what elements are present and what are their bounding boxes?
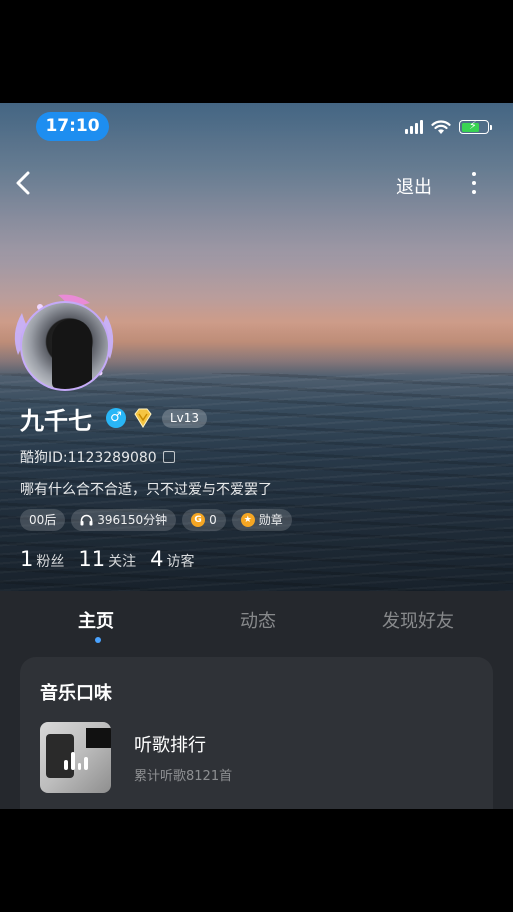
profile-tags: 00后 396150分钟 G 0 ★ 勋章 (20, 509, 292, 531)
status-icons: ⚡ (405, 117, 492, 137)
profile-tabs: 主页 动态 发现好友 (0, 591, 513, 657)
status-time: 17:10 (36, 112, 109, 141)
tab-activity[interactable]: 动态 (240, 607, 276, 633)
listening-ranking-count: 累计听歌8121首 (134, 769, 233, 784)
back-arrow-icon[interactable] (12, 169, 36, 197)
music-taste-card: 音乐口味 听歌排行 累计听歌8121首 (20, 657, 493, 809)
tab-discover-friends[interactable]: 发现好友 (382, 607, 454, 633)
age-tag[interactable]: 00后 (20, 509, 66, 531)
listen-time-tag[interactable]: 396150分钟 (71, 509, 177, 531)
battery-icon: ⚡ (459, 119, 492, 134)
listening-ranking-title[interactable]: 听歌排行 (134, 731, 206, 757)
wifi-icon (431, 119, 451, 134)
music-taste-title: 音乐口味 (40, 683, 112, 704)
profile-screen: 17:10 ⚡ 退出 九千七 ♂ Lv13 酷狗ID:1123289080 哪有… (0, 103, 513, 809)
fans-stat[interactable]: 1 粉丝 (20, 547, 64, 571)
medal-tag[interactable]: ★ 勋章 (231, 509, 292, 531)
visitors-stat[interactable]: 4 访客 (150, 547, 194, 571)
more-menu-icon[interactable] (462, 169, 486, 197)
avatar (20, 301, 110, 391)
level-badge[interactable]: Lv13 (162, 409, 208, 428)
profile-signature: 哪有什么合不合适，只不过爱与不爱罢了 (20, 482, 272, 498)
user-id-text: 酷狗ID:1123289080 (20, 450, 157, 466)
male-gender-icon: ♂ (106, 408, 126, 428)
profile-stats: 1 粉丝 11 关注 4 访客 (20, 547, 194, 571)
profile-name: 九千七 (20, 407, 92, 435)
logout-button[interactable]: 退出 (396, 173, 432, 199)
signal-icon (405, 120, 423, 134)
medal-icon: ★ (240, 513, 255, 527)
vip-diamond-icon[interactable] (131, 406, 155, 430)
tab-indicator (95, 637, 101, 643)
headphones-icon (80, 514, 93, 526)
copy-icon[interactable] (162, 451, 175, 463)
coin-icon: G (191, 513, 206, 527)
ranking-cover-image[interactable] (40, 722, 111, 793)
avatar-with-frame[interactable] (10, 293, 118, 391)
user-id: 酷狗ID:1123289080 (20, 447, 175, 467)
tab-home[interactable]: 主页 (78, 607, 114, 633)
coins-tag[interactable]: G 0 (182, 509, 226, 531)
following-stat[interactable]: 11 关注 (78, 547, 136, 571)
equalizer-icon (64, 752, 88, 770)
